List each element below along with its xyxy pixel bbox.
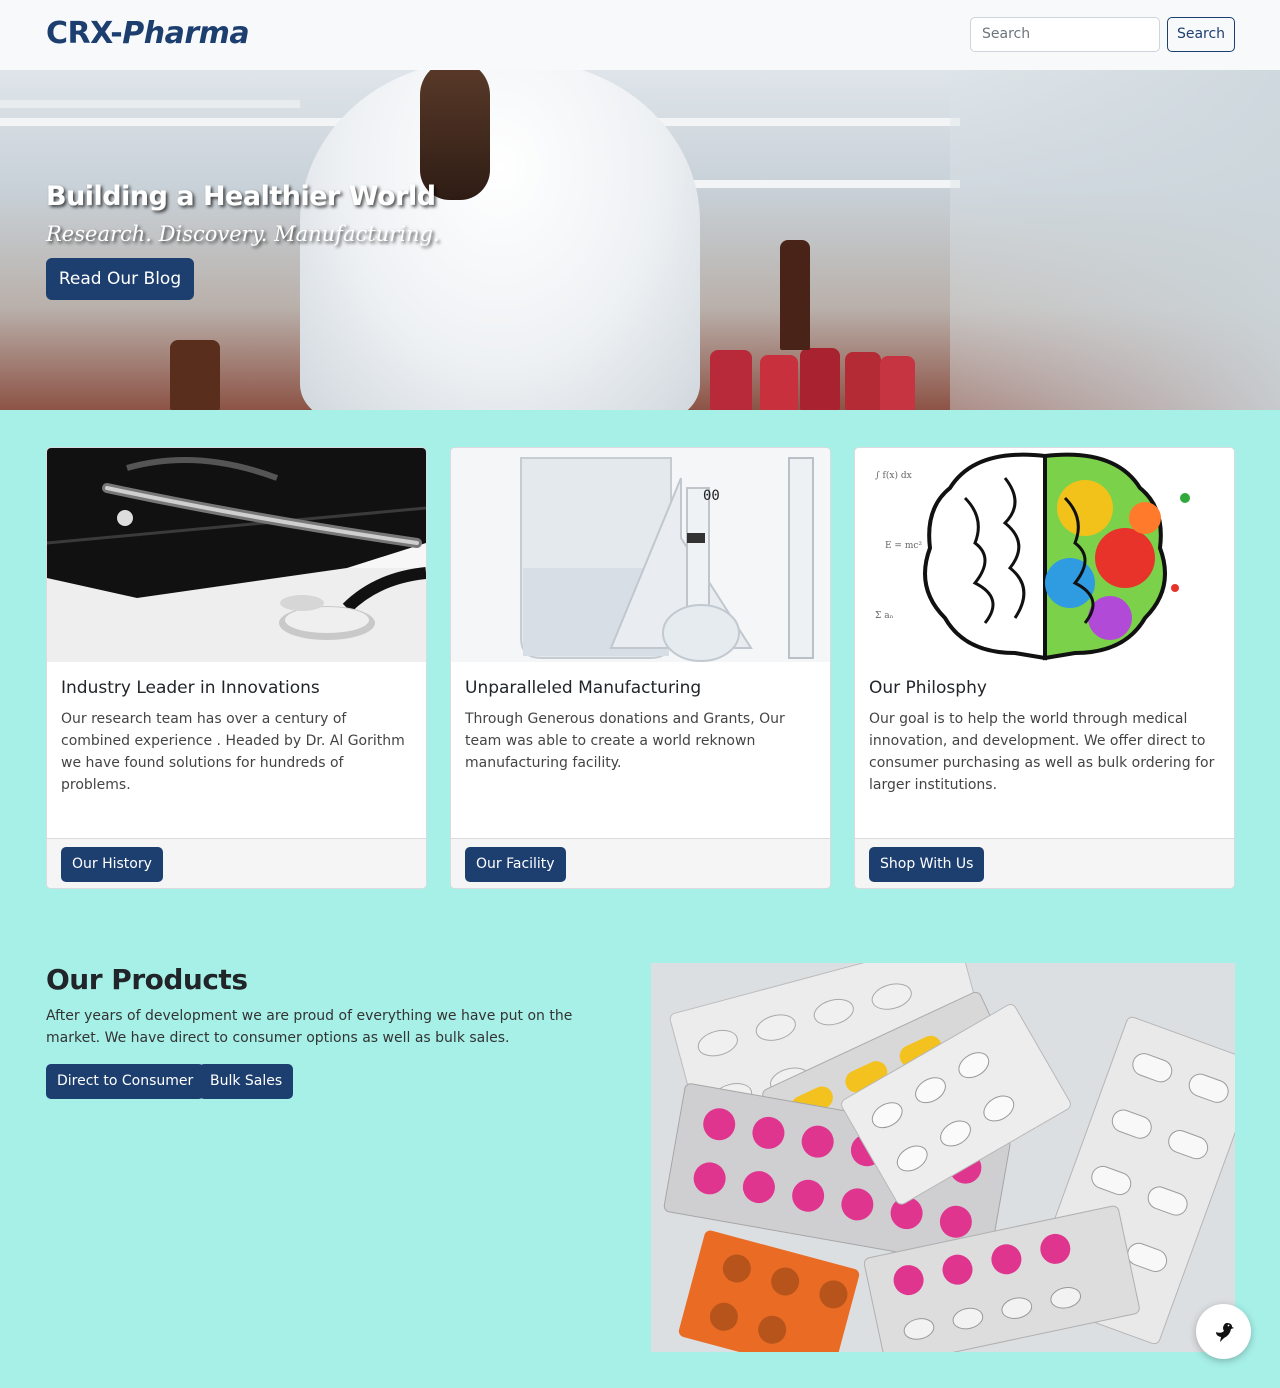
card-text: Our research team has over a century of …	[61, 711, 405, 793]
hero-title: Building a Healthier World	[46, 181, 436, 212]
products-title: Our Products	[46, 963, 248, 996]
our-history-button[interactable]: Our History	[61, 847, 163, 882]
our-facility-button[interactable]: Our Facility	[465, 847, 566, 882]
hero-bottle	[710, 350, 752, 410]
shop-with-us-button[interactable]: Shop With Us	[869, 847, 985, 882]
svg-text:Σ aₙ: Σ aₙ	[875, 611, 894, 621]
card-philosophy: ∫ f(x) dx E = mc² Σ aₙ Our Philosphy Our…	[854, 447, 1235, 889]
card-footer: Our History	[47, 838, 426, 888]
bird-fab-button[interactable]	[1196, 1304, 1251, 1359]
brand-logo[interactable]: CRX-Pharma	[46, 16, 250, 51]
pill-packs-illustration	[651, 963, 1235, 1352]
stethoscope-image	[47, 448, 426, 662]
brain-illustration: ∫ f(x) dx E = mc² Σ aₙ	[855, 448, 1234, 662]
hero-blur	[950, 70, 1280, 410]
card-innovations: Industry Leader in Innovations Our resea…	[46, 447, 427, 889]
card-title: Our Philosphy	[869, 678, 987, 698]
search-input[interactable]: Search	[970, 17, 1160, 52]
bulk-sales-button[interactable]: Bulk Sales	[199, 1064, 294, 1099]
search-button[interactable]: Search	[1167, 17, 1235, 52]
stethoscope-illustration	[47, 448, 426, 662]
hero-bottle	[760, 355, 798, 410]
card-title: Industry Leader in Innovations	[61, 678, 320, 698]
card-text: Our goal is to help the world through me…	[869, 711, 1215, 793]
hero-bottle	[800, 348, 840, 410]
pill-packs-image	[651, 963, 1235, 1352]
card-footer: Our Facility	[451, 838, 830, 888]
svg-text:E = mc²: E = mc²	[885, 541, 922, 551]
navbar: CRX-Pharma Search Search	[0, 0, 1280, 70]
svg-text:00: 00	[703, 488, 720, 504]
brand-name-part1: CRX-	[46, 16, 123, 51]
brand-name-part2: Pharma	[122, 16, 250, 51]
hero-bottle	[880, 356, 915, 410]
hero-banner: Building a Healthier World Research. Dis…	[0, 70, 1280, 410]
hero-bottle	[780, 240, 810, 350]
lab-glassware-image: 00	[451, 448, 830, 662]
svg-text:∫ f(x) dx: ∫ f(x) dx	[875, 470, 912, 481]
glassware-illustration: 00	[451, 448, 830, 662]
direct-to-consumer-button[interactable]: Direct to Consumer	[46, 1064, 205, 1099]
card-manufacturing: 00 Unparalleled Manufacturing Through Ge…	[450, 447, 831, 889]
bird-icon	[1215, 1322, 1234, 1342]
read-blog-button[interactable]: Read Our Blog	[46, 258, 194, 300]
hero-bottle	[845, 352, 881, 410]
products-text: After years of development we are proud …	[46, 1008, 573, 1046]
brain-image: ∫ f(x) dx E = mc² Σ aₙ	[855, 448, 1234, 662]
hero-shelf	[0, 100, 300, 108]
hero-subtitle: Research. Discovery. Manufacturing.	[46, 222, 440, 246]
card-text: Through Generous donations and Grants, O…	[465, 711, 785, 771]
card-footer: Shop With Us	[855, 838, 1234, 888]
card-title: Unparalleled Manufacturing	[465, 678, 702, 698]
hero-bottle	[170, 340, 220, 410]
